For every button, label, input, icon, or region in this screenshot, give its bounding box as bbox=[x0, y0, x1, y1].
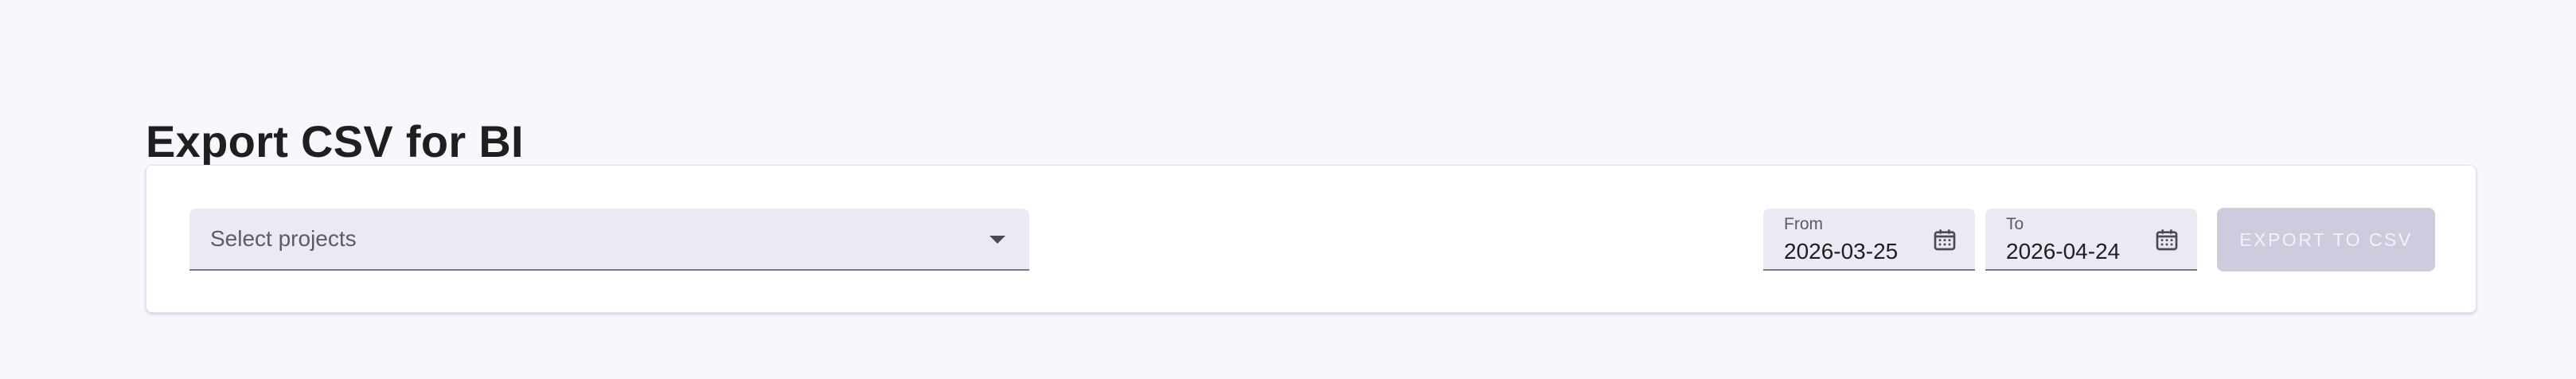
date-to-label: To bbox=[2006, 215, 2024, 233]
export-csv-button[interactable]: EXPORT TO CSV bbox=[2217, 208, 2435, 272]
dropdown-arrow-icon bbox=[989, 236, 1005, 244]
calendar-icon[interactable] bbox=[1932, 226, 1957, 253]
date-from-label: From bbox=[1784, 215, 1823, 233]
calendar-icon[interactable] bbox=[2154, 226, 2180, 253]
export-page: Export CSV for BI Select projects From 2… bbox=[0, 0, 2576, 379]
date-from-input[interactable] bbox=[1784, 239, 1927, 264]
projects-select-placeholder: Select projects bbox=[210, 226, 357, 251]
export-filters-card: Select projects From To bbox=[146, 165, 2476, 313]
date-to-field[interactable]: To bbox=[1985, 209, 2197, 271]
date-from-field[interactable]: From bbox=[1763, 209, 1975, 271]
page-title: Export CSV for BI bbox=[146, 115, 524, 166]
projects-select[interactable]: Select projects bbox=[189, 209, 1029, 271]
date-to-input[interactable] bbox=[2006, 239, 2149, 264]
